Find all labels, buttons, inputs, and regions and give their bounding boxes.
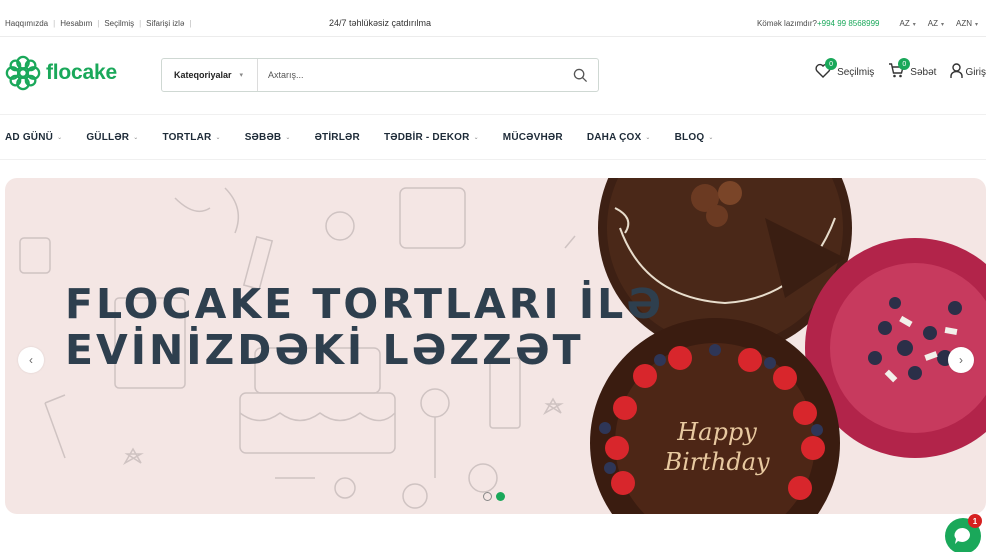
user-icon — [950, 63, 964, 78]
header-actions: 0 Seçilmiş 0 Səbət Giriş — [801, 58, 986, 78]
hero-title-line-2: EVİNİZDƏKİ LƏZZƏT — [65, 325, 584, 374]
language-value: AZ — [899, 19, 910, 28]
nav-label: TORTLAR — [162, 131, 212, 143]
cart-button[interactable]: 0 Səbət — [888, 58, 937, 78]
chevron-down-icon: ▾ — [912, 22, 916, 28]
cake-text-happy: Happy — [676, 418, 757, 446]
nav-label: AD GÜNÜ — [5, 131, 54, 143]
nav-item-perfumes[interactable]: ƏTİRLƏR — [315, 132, 360, 143]
divider: | — [139, 19, 142, 28]
search-input[interactable] — [258, 70, 562, 80]
search-bar: Kateqoriyalar ▾ — [161, 58, 599, 92]
divider: | — [189, 19, 192, 28]
slider-dot-1[interactable] — [483, 492, 492, 501]
chevron-down-icon: ▾ — [239, 72, 244, 79]
chevron-down-icon: ⌄ — [133, 134, 139, 141]
logo[interactable]: flocake — [4, 54, 117, 92]
chevron-down-icon: ⌄ — [285, 134, 291, 141]
hero-title-line-1: FLOCAKE TORTLARI İLƏ — [65, 280, 665, 328]
top-link-about[interactable]: Haqqımızda — [5, 19, 48, 28]
chat-bubble-icon — [954, 527, 971, 544]
search-button[interactable] — [562, 68, 598, 83]
divider: | — [97, 19, 100, 28]
nav-item-blog[interactable]: BLOQ ⌄ — [675, 132, 714, 143]
cake-text-birthday: Birthday — [663, 448, 770, 476]
chevron-down-icon: ▾ — [974, 22, 978, 28]
login-label: Giriş — [965, 67, 986, 78]
wishlist-label: Seçilmiş — [837, 67, 875, 78]
top-bar: Haqqımızda | Hesabım | Seçilmiş | Sifari… — [0, 0, 986, 37]
nav-label: ƏTİRLƏR — [314, 131, 360, 143]
help-text: Kömək lazımdır? — [756, 19, 817, 28]
nav-item-more[interactable]: DAHA ÇOX ⌄ — [587, 132, 651, 143]
wishlist-count-badge: 0 — [825, 58, 838, 70]
logo-text: flocake — [46, 61, 117, 84]
nav-label: TƏDBİR - DEKOR — [383, 131, 470, 143]
top-link-wishlist[interactable]: Seçilmiş — [104, 19, 134, 28]
top-right: Kömək lazımdır? +994 99 8568999 AZ ▾ AZ ▾ … — [757, 19, 978, 28]
chat-widget-button[interactable]: 1 — [945, 514, 982, 552]
top-link-track-order[interactable]: Sifarişi izlə — [146, 19, 184, 28]
top-links: Haqqımızda | Hesabım | Seçilmiş | Sifari… — [5, 19, 196, 28]
cart-label: Səbət — [910, 67, 937, 78]
nav-label: MÜCƏVHƏR — [502, 131, 563, 143]
cart-count-badge: 0 — [898, 58, 911, 70]
chevron-down-icon: ⌄ — [215, 134, 221, 141]
nav-label: BLOQ — [674, 131, 705, 143]
chevron-down-icon: ⌄ — [708, 134, 714, 141]
currency-value: AZN — [955, 19, 972, 28]
divider: | — [53, 19, 56, 28]
language-select-1[interactable]: AZ ▾ — [899, 19, 915, 28]
nav-item-birthday[interactable]: AD GÜNÜ ⌄ — [5, 132, 62, 143]
top-link-account[interactable]: Hesabım — [60, 19, 92, 28]
nav-label: GÜLLƏR — [86, 131, 130, 143]
chevron-down-icon: ⌄ — [57, 134, 63, 141]
chevron-down-icon: ⌄ — [473, 134, 479, 141]
flower-logo-icon — [5, 55, 41, 91]
header: flocake Kateqoriyalar ▾ 0 Seçilmiş — [0, 38, 986, 114]
chat-unread-badge: 1 — [968, 514, 982, 528]
nav-item-event-decor[interactable]: TƏDBİR - DEKOR ⌄ — [384, 132, 479, 143]
nav-item-jewelry[interactable]: MÜCƏVHƏR — [503, 132, 563, 143]
delivery-notice: 24/7 təhlükəsiz çatdırılma — [329, 18, 432, 28]
wishlist-button[interactable]: 0 Seçilmiş — [815, 58, 875, 78]
chevron-right-icon: › — [959, 353, 963, 367]
hero-title: FLOCAKE TORTLARI İLƏ EVİNİZDƏKİ LƏZZƏT — [65, 280, 665, 374]
slider-dot-2[interactable] — [496, 492, 505, 501]
nav-item-occasion[interactable]: SƏBƏB ⌄ — [245, 132, 291, 143]
language-value: AZ — [927, 19, 938, 28]
chevron-left-icon: ‹ — [29, 353, 33, 367]
language-select-2[interactable]: AZ ▾ — [928, 19, 944, 28]
slider-next-button[interactable]: › — [948, 347, 974, 373]
category-label: Kateqoriyalar — [174, 70, 232, 80]
category-dropdown[interactable]: Kateqoriyalar ▾ — [162, 59, 258, 91]
slider-prev-button[interactable]: ‹ — [18, 347, 44, 373]
nav-item-cakes[interactable]: TORTLAR ⌄ — [162, 132, 220, 143]
hero-slider[interactable]: Happy Birthday FLOCAKE TORTLARI İLƏ EVİN… — [5, 178, 986, 514]
chevron-down-icon: ⌄ — [645, 134, 651, 141]
slider-dots — [483, 492, 509, 501]
currency-select[interactable]: AZN ▾ — [956, 19, 978, 28]
main-nav: AD GÜNÜ ⌄ GÜLLƏR ⌄ TORTLAR ⌄ SƏBƏB ⌄ ƏTİRLƏR… — [0, 114, 986, 160]
search-icon — [573, 68, 587, 82]
chevron-down-icon: ▾ — [940, 22, 944, 28]
nav-label: DAHA ÇOX — [586, 131, 642, 143]
login-button[interactable]: Giriş — [950, 63, 986, 78]
nav-item-flowers[interactable]: GÜLLƏR ⌄ — [86, 132, 138, 143]
phone-link[interactable]: +994 99 8568999 — [817, 19, 880, 28]
nav-label: SƏBƏB — [244, 131, 282, 143]
